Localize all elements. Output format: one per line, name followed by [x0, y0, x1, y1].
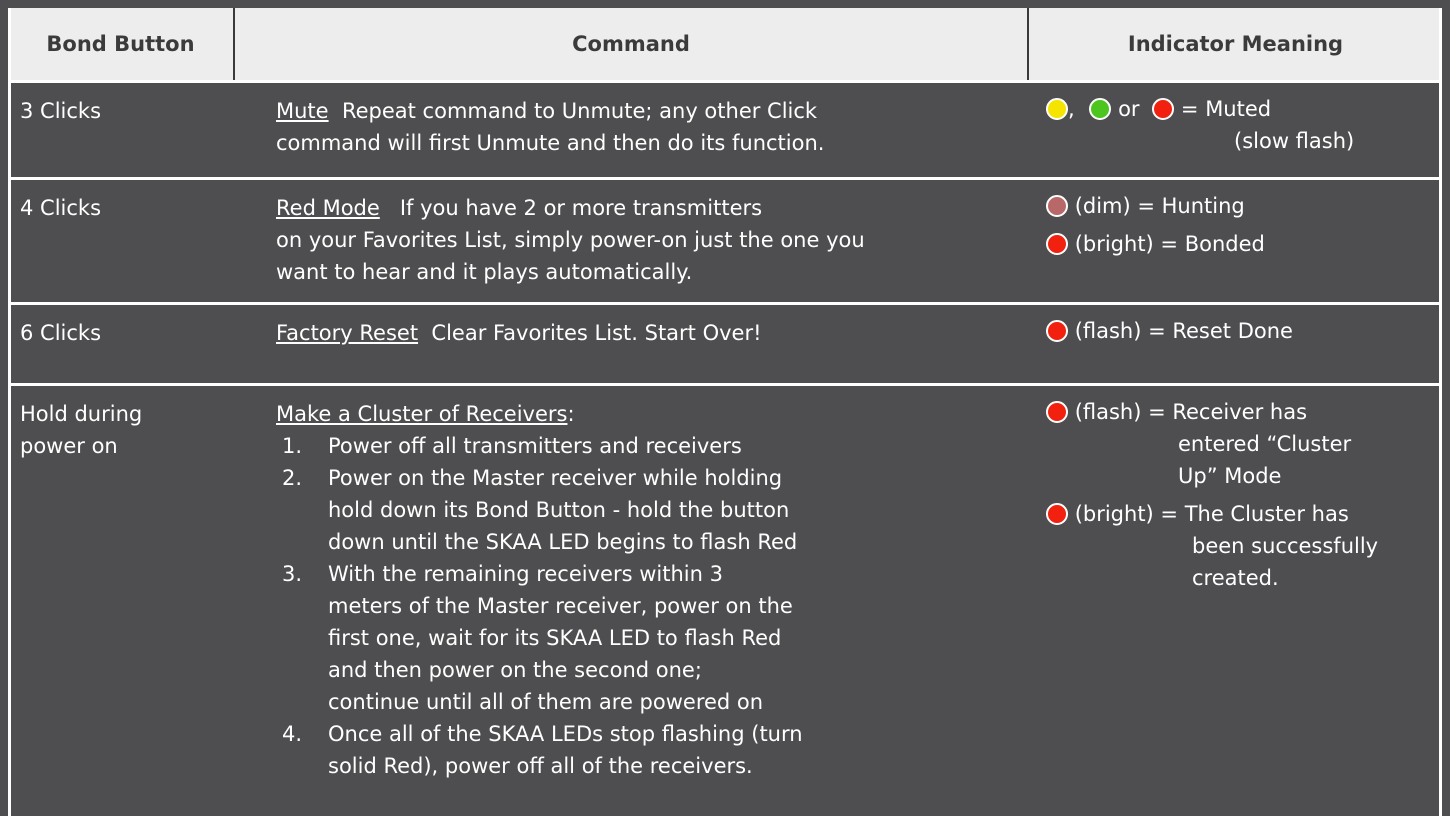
- indicator-text: entered “Cluster: [1178, 432, 1352, 456]
- command-title: Factory Reset: [276, 321, 419, 345]
- command-text: Repeat command to Unmute; any other Clic…: [341, 99, 818, 123]
- header-command: Command: [234, 8, 1029, 83]
- yellow-led-icon: [1046, 98, 1068, 120]
- command-cell: Make a Cluster of Receivers: 1. Power of…: [234, 385, 1028, 783]
- indicator-cell: , or = Muted (slow flash): [1028, 81, 1442, 180]
- step-number: 4.: [282, 722, 303, 746]
- step-text: meters of the Master receiver, power on …: [328, 594, 793, 618]
- or-text: or: [1118, 97, 1140, 121]
- indicator-text: (bright) = Bonded: [1074, 232, 1265, 256]
- list-item: 4. Once all of the SKAA LEDs stop flashi…: [276, 718, 1028, 782]
- indicator-text: (flash) = Receiver has: [1074, 400, 1308, 424]
- step-text: down until the SKAA LED begins to flash …: [328, 530, 798, 554]
- table-row: 3 Clicks Mute Repeat command to Unmute; …: [8, 81, 1442, 180]
- indicator-text: (dim) = Hunting: [1074, 194, 1245, 218]
- bond-button-cell: Hold during power on: [8, 385, 234, 783]
- indicator-text: (slow flash): [1234, 129, 1355, 153]
- command-title: Red Mode: [276, 196, 380, 220]
- indicator-text: (bright) = The Cluster has: [1074, 502, 1349, 526]
- indicator-text: (flash) = Reset Done: [1074, 319, 1293, 343]
- red-led-icon: [1046, 320, 1068, 342]
- header-bond-button: Bond Button: [8, 8, 235, 83]
- red-led-icon: [1152, 98, 1175, 120]
- header-row: Bond Button Command Indicator Meaning: [8, 8, 1442, 83]
- step-text: continue until all of them are powered o…: [328, 690, 764, 714]
- red-led-icon: [1046, 401, 1068, 423]
- header-indicator-meaning: Indicator Meaning: [1028, 8, 1442, 83]
- command-text: Clear Favorites List. Start Over!: [431, 321, 762, 345]
- step-text: Power on the Master receiver while holdi…: [328, 466, 783, 490]
- command-cell: Mute Repeat command to Unmute; any other…: [234, 81, 1028, 180]
- indicator-text: been successfully: [1192, 534, 1379, 558]
- list-item: 1. Power off all transmitters and receiv…: [276, 430, 1028, 462]
- step-text: Power off all transmitters and receivers: [328, 434, 742, 458]
- step-text: solid Red), power off all of the receive…: [328, 754, 753, 778]
- step-text: With the remaining receivers within 3: [328, 562, 723, 586]
- bond-button-table: Bond Button Command Indicator Meaning 3 …: [8, 8, 1442, 782]
- indicator-cell: (dim) = Hunting (bright) = Bonded: [1028, 178, 1442, 305]
- command-text: command will first Unmute and then do it…: [276, 131, 825, 155]
- step-number: 1.: [282, 434, 303, 458]
- red-led-icon: [1046, 503, 1068, 525]
- step-number: 2.: [282, 466, 303, 490]
- steps-list: 1. Power off all transmitters and receiv…: [276, 430, 1028, 782]
- list-item: 3. With the remaining receivers within 3…: [276, 558, 1028, 718]
- bond-button-cell: 4 Clicks: [8, 178, 234, 305]
- command-title: Mute: [276, 99, 329, 123]
- step-number: 3.: [282, 562, 303, 586]
- red-led-icon: [1046, 233, 1068, 255]
- indicator-text: Up” Mode: [1178, 464, 1282, 488]
- command-cell: Red Mode If you have 2 or more transmitt…: [234, 178, 1028, 305]
- indicator-text: = Muted: [1180, 97, 1272, 121]
- dim-red-led-icon: [1046, 195, 1068, 217]
- command-text: want to hear and it plays automatically.: [276, 260, 693, 284]
- command-text: If you have 2 or more transmitters: [399, 196, 763, 220]
- separator-text: ,: [1068, 97, 1075, 121]
- bond-button-cell: 6 Clicks: [8, 303, 234, 386]
- step-text: and then power on the second one;: [328, 658, 702, 682]
- green-led-icon: [1089, 98, 1112, 120]
- command-text: on your Favorites List, simply power-on …: [276, 228, 865, 252]
- step-text: first one, wait for its SKAA LED to flas…: [328, 626, 782, 650]
- table-row: 4 Clicks Red Mode If you have 2 or more …: [8, 178, 1442, 305]
- colon-text: :: [567, 402, 575, 426]
- table-row: Hold during power on Make a Cluster of R…: [8, 385, 1442, 783]
- bond-button-cell: 3 Clicks: [8, 81, 234, 180]
- bond-button-text: power on: [20, 434, 118, 458]
- bond-button-text: Hold during: [20, 402, 143, 426]
- command-cell: Factory Reset Clear Favorites List. Star…: [234, 303, 1028, 386]
- indicator-cell: (flash) = Receiver has entered “Cluster …: [1028, 385, 1442, 783]
- table-row: 6 Clicks Factory Reset Clear Favorites L…: [8, 303, 1442, 386]
- list-item: 2. Power on the Master receiver while ho…: [276, 462, 1028, 558]
- indicator-cell: (flash) = Reset Done: [1028, 303, 1442, 386]
- indicator-text: created.: [1192, 566, 1279, 590]
- step-text: Once all of the SKAA LEDs stop flashing …: [328, 722, 803, 746]
- step-text: hold down its Bond Button - hold the but…: [328, 498, 790, 522]
- command-title: Make a Cluster of Receivers: [276, 402, 568, 426]
